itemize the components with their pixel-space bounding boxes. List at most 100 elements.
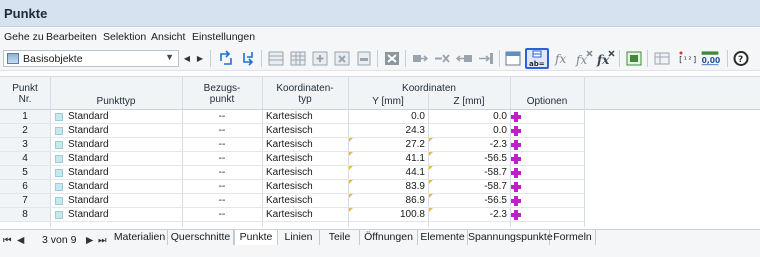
move-left-icon[interactable] bbox=[454, 49, 474, 68]
table-row[interactable]: 5 Standard -- Kartesisch 44.1 -58.7 bbox=[0, 166, 584, 180]
options-plus-icon[interactable] bbox=[511, 126, 521, 136]
options-plus-icon[interactable] bbox=[511, 140, 521, 150]
row-reference[interactable]: -- bbox=[182, 195, 262, 206]
row-coord-type[interactable]: Kartesisch bbox=[266, 167, 313, 178]
row-z[interactable]: -56.5 bbox=[428, 195, 507, 206]
row-type[interactable]: Standard bbox=[68, 181, 109, 192]
row-reference[interactable]: -- bbox=[182, 153, 262, 164]
row-type[interactable]: Standard bbox=[68, 125, 109, 136]
row-coord-type[interactable]: Kartesisch bbox=[266, 153, 313, 164]
table-row[interactable]: 7 Standard -- Kartesisch 86.9 -56.5 bbox=[0, 194, 584, 208]
row-z[interactable]: 0.0 bbox=[428, 111, 507, 122]
table-row[interactable]: 4 Standard -- Kartesisch 41.1 -56.5 bbox=[0, 152, 584, 166]
row-y[interactable]: 83.9 bbox=[348, 181, 425, 192]
row-y[interactable]: 86.9 bbox=[348, 195, 425, 206]
table-row[interactable]: 6 Standard -- Kartesisch 83.9 -58.7 bbox=[0, 180, 584, 194]
object-type-combo[interactable]: Basisobjekte ▼ bbox=[3, 50, 179, 67]
table-row[interactable]: 3 Standard -- Kartesisch 27.2 -2.3 bbox=[0, 138, 584, 152]
next-object-button[interactable]: ▶ bbox=[194, 52, 206, 65]
options-plus-icon[interactable] bbox=[511, 210, 521, 220]
split-view-icon[interactable] bbox=[503, 49, 523, 68]
tab-formeln[interactable]: Formeln bbox=[550, 230, 596, 245]
row-type[interactable]: Standard bbox=[68, 209, 109, 220]
row-coord-type[interactable]: Kartesisch bbox=[266, 139, 313, 150]
row-y[interactable]: 27.2 bbox=[348, 139, 425, 150]
prev-page-icon[interactable]: ◀ bbox=[17, 235, 24, 246]
tab-oeffnungen[interactable]: Öffnungen bbox=[360, 230, 418, 245]
fx-bold-icon[interactable]: fx bbox=[596, 49, 616, 68]
menu-bearbeiten[interactable]: Bearbeiten bbox=[46, 31, 97, 43]
tab-spannungspunkte[interactable]: Spannungspunkte bbox=[468, 230, 553, 245]
row-coord-type[interactable]: Kartesisch bbox=[266, 111, 313, 122]
chevron-down-icon[interactable]: ▼ bbox=[165, 52, 174, 62]
row-type[interactable]: Standard bbox=[68, 139, 109, 150]
options-plus-icon[interactable] bbox=[511, 182, 521, 192]
row-z[interactable]: 0.0 bbox=[428, 125, 507, 136]
row-z[interactable]: -2.3 bbox=[428, 139, 507, 150]
menu-gehe-zu[interactable]: Gehe zu bbox=[4, 31, 44, 43]
row-type[interactable]: Standard bbox=[68, 111, 109, 122]
row-coord-type[interactable]: Kartesisch bbox=[266, 181, 313, 192]
fx-icon[interactable]: fx bbox=[552, 49, 572, 68]
table-row[interactable]: 2 Standard -- Kartesisch 24.3 0.0 bbox=[0, 124, 584, 138]
options-plus-icon[interactable] bbox=[511, 196, 521, 206]
row-coord-type[interactable]: Kartesisch bbox=[266, 195, 313, 206]
insert-row-icon[interactable] bbox=[354, 49, 374, 68]
row-y[interactable]: 100.8 bbox=[348, 209, 425, 220]
value-icon[interactable]: [¹²] bbox=[676, 49, 696, 68]
row-coord-type[interactable]: Kartesisch bbox=[266, 125, 313, 136]
options-plus-icon[interactable] bbox=[511, 168, 521, 178]
row-reference[interactable]: -- bbox=[182, 139, 262, 150]
row-reference[interactable]: -- bbox=[182, 209, 262, 220]
row-y[interactable]: 0.0 bbox=[348, 111, 425, 122]
row-reference[interactable]: -- bbox=[182, 125, 262, 136]
help-icon[interactable]: ? bbox=[731, 49, 751, 68]
move-right-icon[interactable] bbox=[410, 49, 430, 68]
tab-linien[interactable]: Linien bbox=[278, 230, 320, 245]
first-page-icon[interactable]: ⏮ bbox=[3, 235, 12, 246]
row-type[interactable]: Standard bbox=[68, 195, 109, 206]
clear-icon[interactable] bbox=[382, 49, 402, 68]
row-type[interactable]: Standard bbox=[68, 167, 109, 178]
table-row[interactable]: 1 Standard -- Kartesisch 0.0 0.0 bbox=[0, 110, 584, 124]
move-end-icon[interactable] bbox=[476, 49, 496, 68]
options-plus-icon[interactable] bbox=[511, 112, 521, 122]
select-pick-icon[interactable] bbox=[238, 49, 258, 68]
select-icon[interactable] bbox=[216, 49, 236, 68]
tab-punkte[interactable]: Punkte bbox=[234, 230, 278, 245]
row-reference[interactable]: -- bbox=[182, 181, 262, 192]
last-page-icon[interactable]: ⏭ bbox=[98, 235, 107, 246]
menu-einstellungen[interactable]: Einstellungen bbox=[192, 31, 255, 43]
delete-row-icon[interactable] bbox=[332, 49, 352, 68]
export-icon[interactable] bbox=[624, 49, 644, 68]
delete-col-icon[interactable] bbox=[432, 49, 452, 68]
tab-querschnitte[interactable]: Querschnitte bbox=[168, 230, 234, 245]
menu-selektion[interactable]: Selektion bbox=[103, 31, 146, 43]
row-y[interactable]: 24.3 bbox=[348, 125, 425, 136]
row-z[interactable]: -2.3 bbox=[428, 209, 507, 220]
row-type[interactable]: Standard bbox=[68, 153, 109, 164]
tab-teile[interactable]: Teile bbox=[320, 230, 360, 245]
next-page-icon[interactable]: ▶ bbox=[86, 235, 93, 246]
row-z[interactable]: -58.7 bbox=[428, 181, 507, 192]
row-z[interactable]: -56.5 bbox=[428, 153, 507, 164]
row-y[interactable]: 41.1 bbox=[348, 153, 425, 164]
tab-elemente[interactable]: Elemente bbox=[418, 230, 468, 245]
row-reference[interactable]: -- bbox=[182, 111, 262, 122]
table-row[interactable]: 8 Standard -- Kartesisch 100.8 -2.3 bbox=[0, 208, 584, 222]
table-grid-icon[interactable] bbox=[288, 49, 308, 68]
row-reference[interactable]: -- bbox=[182, 167, 262, 178]
menu-ansicht[interactable]: Ansicht bbox=[151, 31, 185, 43]
row-y[interactable]: 44.1 bbox=[348, 167, 425, 178]
options-plus-icon[interactable] bbox=[511, 154, 521, 164]
row-coord-type[interactable]: Kartesisch bbox=[266, 209, 313, 220]
table-icon[interactable] bbox=[266, 49, 286, 68]
row-z[interactable]: -58.7 bbox=[428, 167, 507, 178]
decimals-icon[interactable]: 0,00 bbox=[700, 49, 724, 68]
add-row-icon[interactable] bbox=[310, 49, 330, 68]
tab-materialien[interactable]: Materialien bbox=[112, 230, 168, 245]
prev-object-button[interactable]: ◀ bbox=[181, 52, 193, 65]
filter-icon[interactable] bbox=[652, 49, 672, 68]
fx-clear-icon[interactable]: fx bbox=[574, 49, 594, 68]
label-ab-icon[interactable]: ab= bbox=[525, 48, 549, 69]
